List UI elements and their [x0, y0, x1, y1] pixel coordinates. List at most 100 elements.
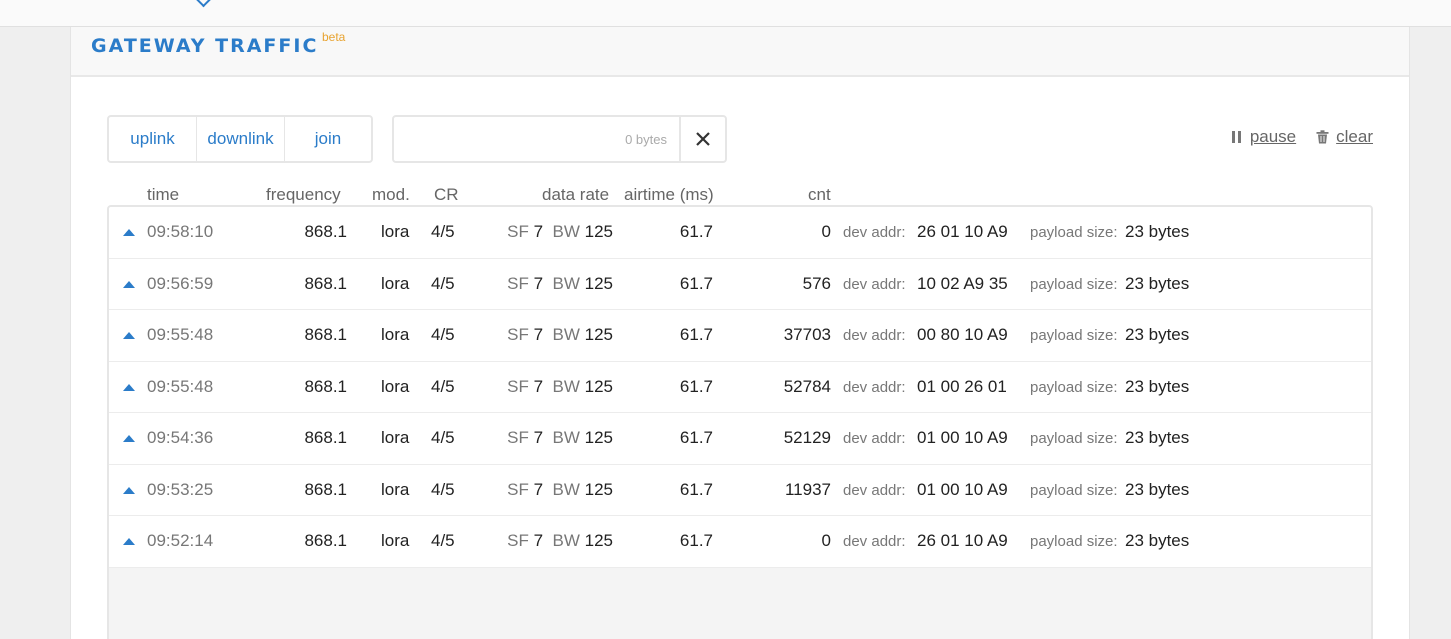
top-bar — [0, 0, 1451, 27]
row-airtime: 61.7 — [679, 273, 713, 293]
row-count: 11937 — [784, 479, 831, 499]
dev-addr-label: dev addr: — [843, 481, 906, 499]
row-data-rate: SF 7 BW 125 — [507, 480, 613, 500]
row-dev-addr: 10 02 A9 35 — [917, 273, 1008, 293]
clear-button[interactable]: clear — [1316, 127, 1373, 147]
sf-value: 7 — [533, 222, 544, 241]
bw-label: BW — [552, 325, 580, 344]
traffic-row[interactable]: 09:58:10 868.1 lora 4/5 SF 7 BW 125 61.7… — [109, 207, 1371, 259]
row-modulation: lora — [381, 531, 410, 550]
traffic-row[interactable]: 09:54:36 868.1 lora 4/5 SF 7 BW 125 61.7… — [109, 413, 1371, 465]
chevron-down-icon[interactable] — [195, 0, 212, 8]
row-count: 52784 — [783, 376, 831, 396]
row-coding-rate: 4/5 — [431, 428, 455, 447]
row-time: 09:56:59 — [147, 273, 214, 293]
traffic-row[interactable]: 09:55:48 868.1 lora 4/5 SF 7 BW 125 61.7… — [109, 361, 1371, 413]
payload-size-label: payload size: — [1030, 275, 1118, 293]
row-count: 0 — [821, 531, 831, 550]
search-clear-button[interactable] — [679, 117, 725, 161]
row-payload-size: 23 bytes — [1125, 222, 1190, 241]
row-coding-rate: 4/5 — [431, 273, 455, 293]
column-header-mod: mod. — [372, 185, 410, 204]
row-frequency: 868.1 — [304, 376, 347, 396]
row-modulation: lora — [381, 479, 410, 499]
row-count: 37703 — [783, 325, 831, 344]
row-time: 09:53:25 — [147, 479, 214, 499]
sf-label: SF — [507, 325, 529, 344]
row-payload-size: 23 bytes — [1125, 531, 1190, 550]
row-dev-addr: 01 00 10 A9 — [917, 428, 1008, 447]
traffic-row[interactable]: 09:56:59 868.1 lora 4/5 SF 7 BW 125 61.7… — [109, 258, 1371, 310]
uplink-arrow-icon — [123, 229, 135, 236]
row-frequency: 868.1 — [304, 479, 347, 499]
payload-size-label: payload size: — [1030, 533, 1118, 550]
dev-addr-label: dev addr: — [843, 378, 906, 396]
clear-label: clear — [1336, 127, 1373, 146]
sf-label: SF — [507, 531, 529, 550]
direction-filter-group: uplink downlink join — [107, 115, 373, 163]
row-frequency: 868.1 — [304, 531, 347, 550]
row-payload-size: 23 bytes — [1125, 273, 1190, 293]
row-count: 52129 — [783, 428, 831, 447]
row-airtime: 61.7 — [679, 531, 713, 550]
row-airtime: 61.7 — [679, 325, 713, 344]
sf-label: SF — [507, 222, 529, 241]
bw-value: 125 — [584, 376, 613, 396]
row-dev-addr: 26 01 10 A9 — [917, 531, 1008, 550]
row-coding-rate: 4/5 — [431, 376, 455, 396]
bw-label: BW — [552, 273, 580, 293]
sf-label: SF — [507, 376, 529, 396]
traffic-table: 09:58:10 868.1 lora 4/5 SF 7 BW 125 61.7… — [107, 205, 1373, 639]
search-input[interactable] — [394, 117, 614, 161]
bw-value: 125 — [584, 222, 613, 241]
pause-button[interactable]: pause — [1231, 127, 1296, 147]
bw-label: BW — [552, 428, 580, 447]
trash-icon — [1316, 130, 1329, 144]
column-header-cr: CR — [434, 185, 459, 204]
dev-addr-label: dev addr: — [843, 275, 906, 293]
uplink-arrow-icon — [123, 486, 135, 494]
row-payload-size: 23 bytes — [1125, 479, 1190, 499]
sf-label: SF — [507, 428, 529, 447]
column-header-airtime: airtime (ms) — [624, 185, 714, 204]
row-coding-rate: 4/5 — [431, 531, 455, 550]
row-coding-rate: 4/5 — [431, 325, 455, 344]
row-modulation: lora — [381, 273, 410, 293]
dev-addr-label: dev addr: — [843, 327, 906, 344]
row-modulation: lora — [381, 222, 410, 241]
uplink-arrow-icon — [123, 332, 135, 339]
uplink-arrow-icon — [123, 538, 135, 545]
dev-addr-label: dev addr: — [843, 533, 906, 550]
row-dev-addr: 00 80 10 A9 — [917, 325, 1008, 344]
traffic-row[interactable]: 09:55:48 868.1 lora 4/5 SF 7 BW 125 61.7… — [109, 310, 1371, 362]
traffic-row[interactable]: 09:52:14 868.1 lora 4/5 SF 7 BW 125 61.7… — [109, 516, 1371, 568]
column-header-frequency: frequency — [266, 185, 341, 204]
row-modulation: lora — [381, 428, 410, 447]
sf-value: 7 — [533, 428, 544, 447]
row-modulation: lora — [381, 376, 410, 396]
column-header-cnt: cnt — [808, 185, 831, 204]
payload-size-label: payload size: — [1030, 481, 1118, 499]
bw-value: 125 — [584, 325, 613, 344]
gateway-traffic-panel: GATEWAY TRAFFIC beta uplink downlink joi… — [70, 27, 1410, 639]
table-header: time frequency mod. CR data rate airtime… — [107, 183, 1373, 207]
row-airtime: 61.7 — [679, 376, 713, 396]
filter-downlink-button[interactable]: downlink — [196, 117, 284, 161]
dev-addr-label: dev addr: — [843, 224, 906, 241]
sf-value: 7 — [533, 479, 544, 499]
row-airtime: 61.7 — [679, 479, 713, 499]
traffic-row[interactable]: 09:53:25 868.1 lora 4/5 SF 7 BW 125 61.7… — [109, 464, 1371, 516]
row-coding-rate: 4/5 — [431, 479, 455, 499]
row-time: 09:55:48 — [147, 376, 214, 396]
row-dev-addr: 01 00 26 01 — [917, 376, 1007, 396]
beta-badge: beta — [322, 30, 346, 44]
uplink-arrow-icon — [123, 383, 135, 391]
row-airtime: 61.7 — [679, 222, 713, 241]
row-frequency: 868.1 — [304, 273, 347, 293]
sf-value: 7 — [533, 531, 544, 550]
close-icon — [696, 132, 710, 146]
filter-join-button[interactable]: join — [284, 117, 371, 161]
filter-uplink-button[interactable]: uplink — [109, 117, 196, 161]
sf-value: 7 — [533, 376, 544, 396]
row-time: 09:54:36 — [147, 428, 214, 447]
